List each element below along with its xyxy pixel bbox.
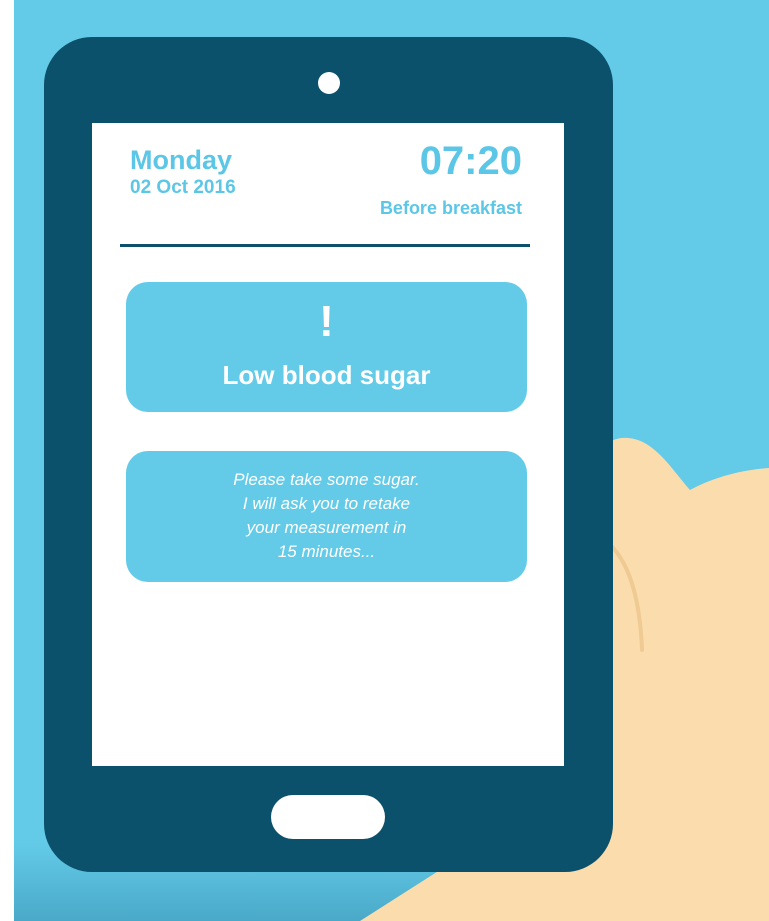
tablet-illustration: Monday 02 Oct 2016 07:20 Before breakfas… [0,0,769,921]
meal-period-label: Before breakfast [379,198,522,218]
date-label: 02 Oct 2016 [130,177,236,198]
message-card: Please take some sugar. I will ask you t… [126,451,527,582]
home-button[interactable] [271,795,385,839]
exclamation-icon: ! [319,297,334,346]
tablet-screen: Monday 02 Oct 2016 07:20 Before breakfas… [92,123,564,766]
message-line: Please take some sugar. [233,470,420,489]
message-line: I will ask you to retake [242,494,411,513]
message-line: 15 minutes... [277,542,376,561]
time-label: 07:20 [419,139,522,183]
day-label: Monday [130,145,233,175]
camera-icon [318,72,340,94]
message-line: your measurement in [246,518,407,537]
alert-card: ! Low blood sugar [126,282,527,412]
header-divider [120,244,530,247]
alert-title: Low blood sugar [222,360,431,390]
message-text: Please take some sugar. I will ask you t… [126,468,527,564]
